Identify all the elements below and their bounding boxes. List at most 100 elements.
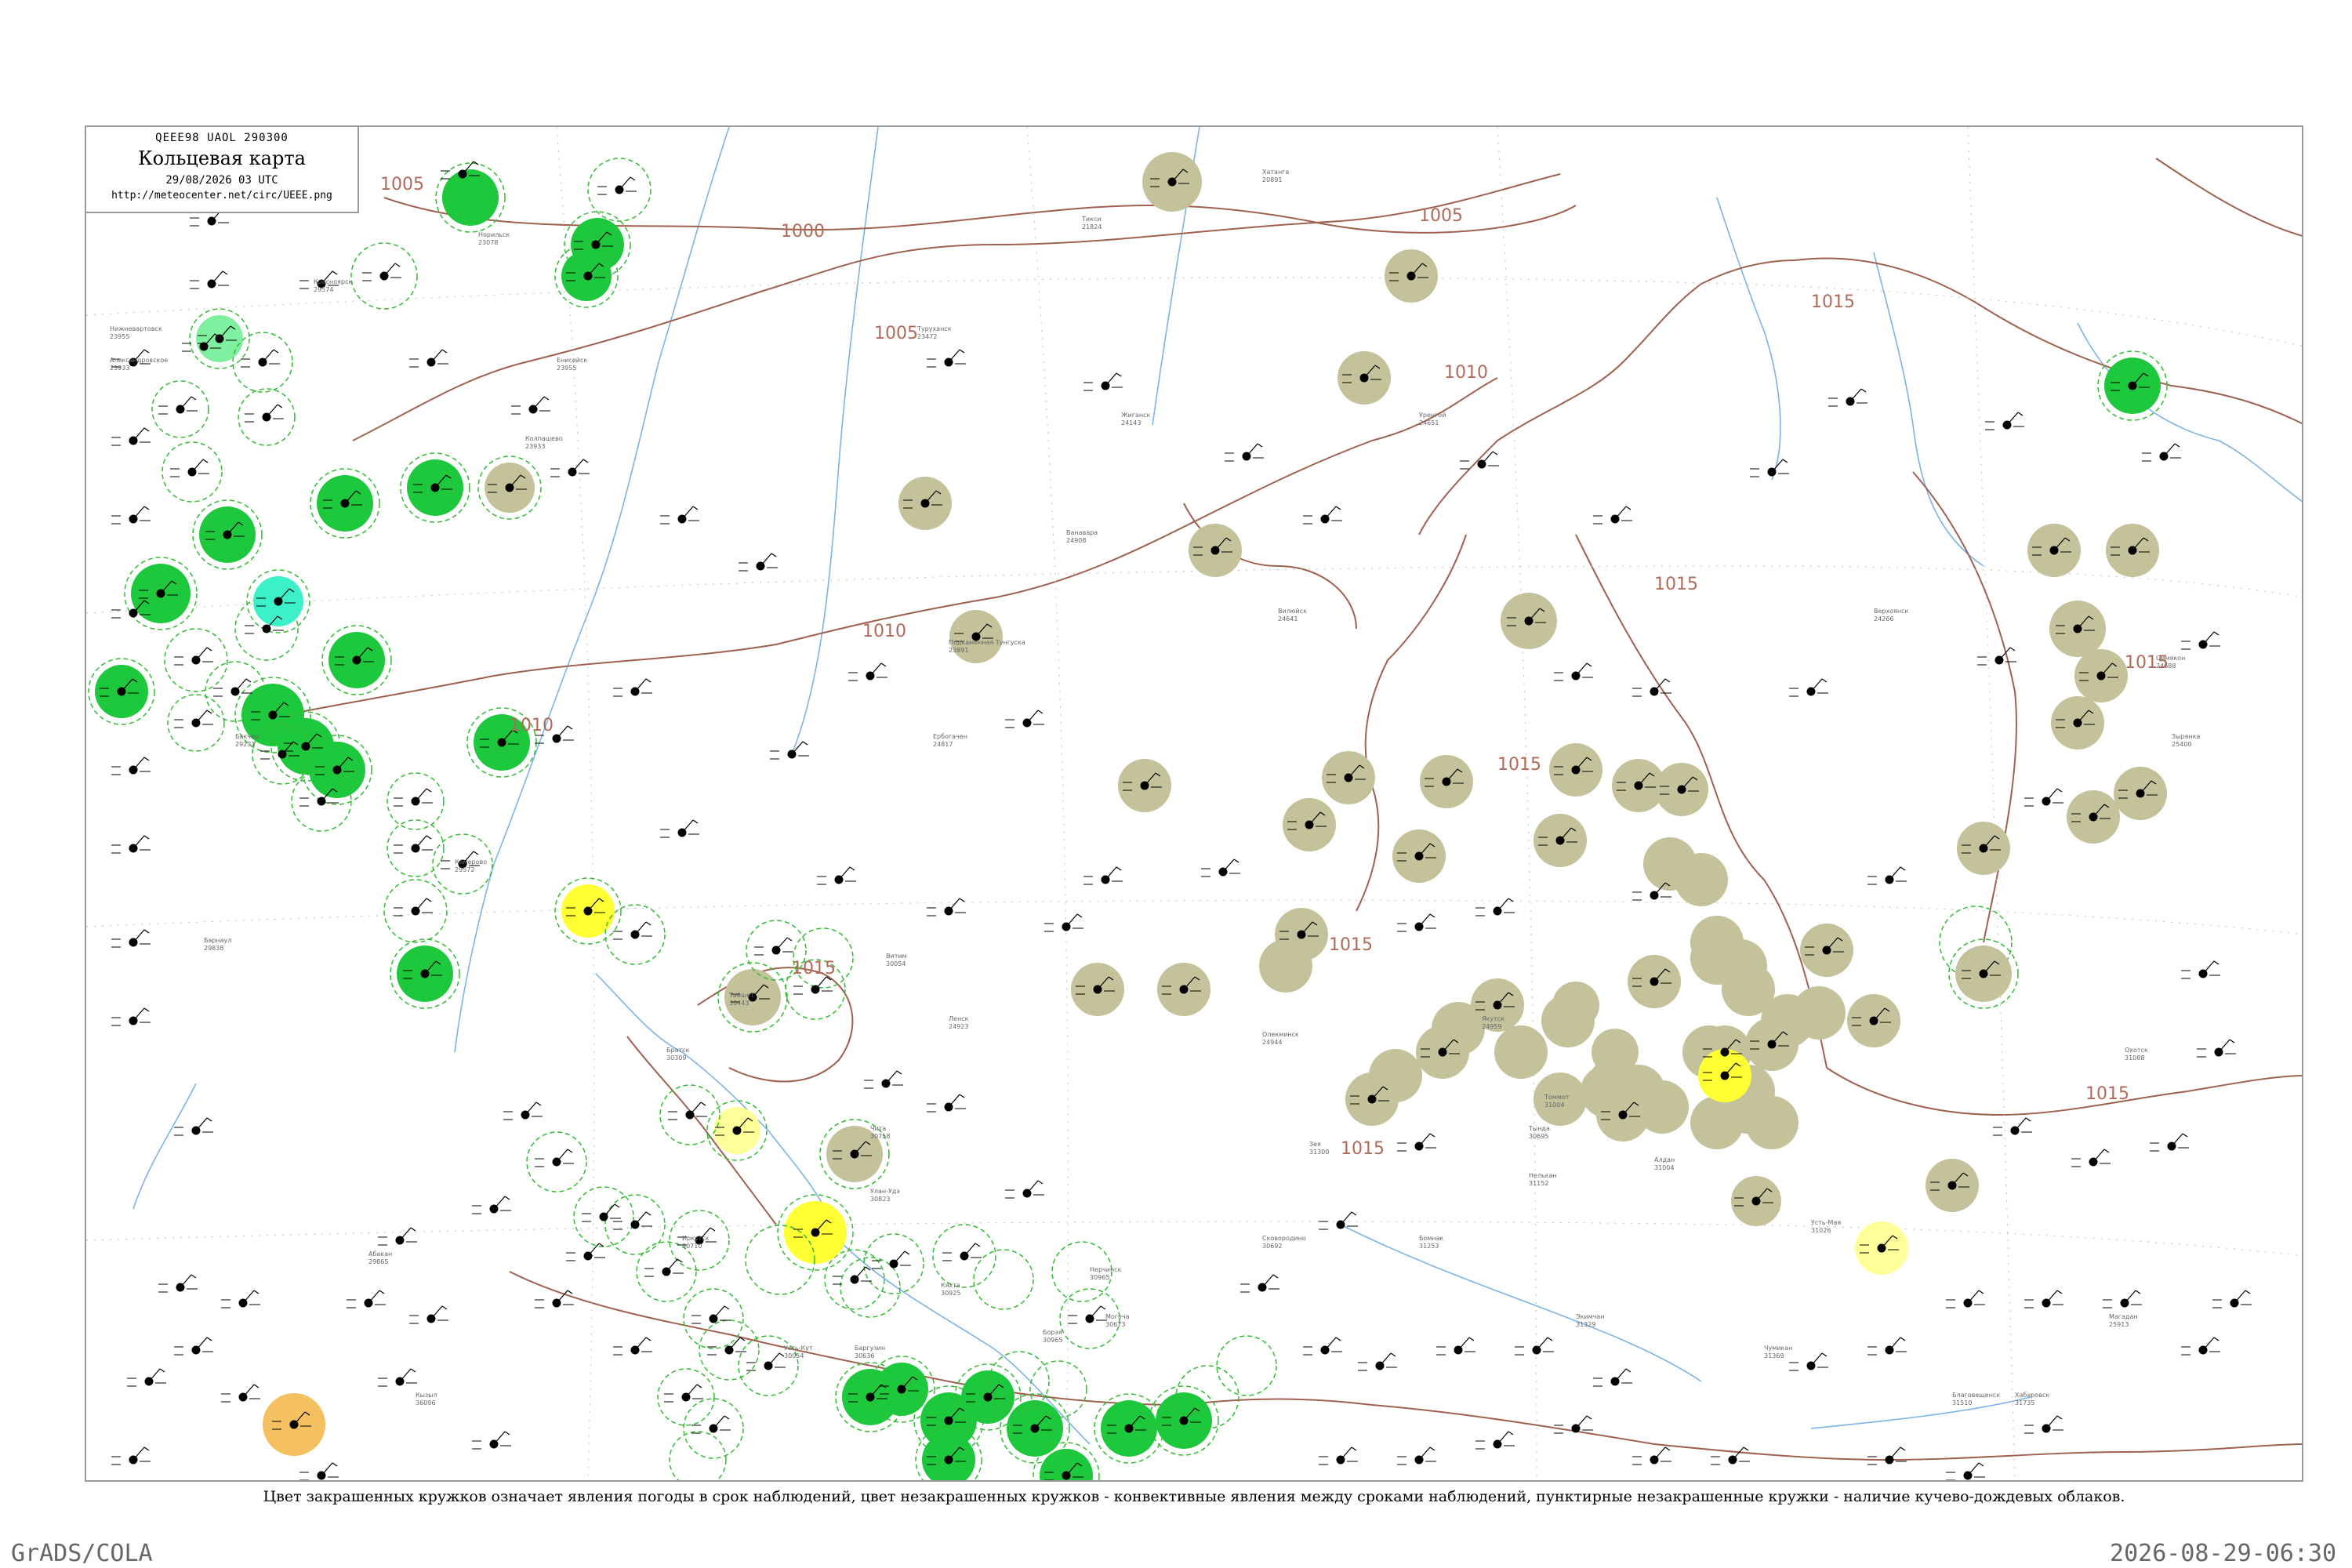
wind-barb-flag [771, 553, 777, 557]
wind-barb [430, 1305, 443, 1319]
wind-barb-flag [504, 1431, 510, 1436]
station-model [1632, 1446, 1671, 1465]
station-name-label: Чумикан [1764, 1345, 1792, 1352]
wind-barb [2163, 443, 2176, 457]
station-model [394, 835, 433, 854]
wind-barb-flag [2056, 788, 2063, 793]
station-model [1993, 1117, 2032, 1136]
station-name-label: Вилюйск [1278, 608, 1307, 615]
wind-barb-flag [1900, 866, 1906, 871]
wind-barb-flag [567, 725, 573, 730]
station-index-label: 23955 [110, 333, 129, 340]
wind-barb-flag [567, 1290, 573, 1294]
wind-barb [713, 1415, 725, 1429]
wind-barb [195, 1117, 208, 1131]
wind-barb [689, 1102, 702, 1116]
station-model [221, 1384, 260, 1403]
wind-barb [1261, 1274, 1274, 1288]
wind-barb-flag [959, 898, 965, 902]
station-model [245, 404, 284, 423]
station-model [409, 349, 448, 368]
station-index-label: 30823 [870, 1196, 890, 1203]
wind-barb-flag [253, 1384, 260, 1388]
station-model [2103, 1290, 2142, 1308]
wind-barb [572, 459, 584, 473]
wind-barb-flag [245, 678, 252, 683]
station-model [668, 1102, 707, 1120]
graticule-line [1026, 127, 1069, 1480]
station-model [550, 459, 590, 477]
wind-barb [556, 725, 568, 739]
wind-barb [948, 349, 960, 363]
wind-barb-flag [1586, 1415, 1592, 1420]
graticule-line [1967, 127, 2016, 1480]
isobar-value-label: 1015 [2085, 1084, 2129, 1104]
station-model [613, 678, 652, 697]
wind-barb [603, 1203, 615, 1218]
wind-barb [180, 1274, 192, 1288]
wind-barb [399, 1227, 412, 1241]
wind-barb-flag [692, 506, 699, 510]
wind-barb [2045, 1290, 2058, 1304]
wind-barb [1732, 1446, 1744, 1461]
wind-barb [1324, 1337, 1337, 1351]
wind-barb-flag [1390, 1352, 1396, 1357]
isobar-line [1912, 471, 2017, 943]
wind-barb [634, 1211, 647, 1225]
wind-barb [2234, 1290, 2246, 1304]
wind-barb-flag [1116, 372, 1122, 377]
station-index-label: 29231 [235, 741, 255, 748]
wind-barb-flag [1076, 913, 1083, 918]
station-name-label: Барнаул [204, 937, 231, 944]
station-name-label: Усть-Кут [784, 1345, 813, 1352]
wind-barb-flag [426, 788, 432, 793]
wind-barb-flag [1900, 1446, 1906, 1451]
wind-barb-flag [504, 1196, 510, 1200]
station-model [170, 459, 209, 477]
isobar-value-label: 1000 [781, 222, 825, 241]
wind-barb [885, 1070, 898, 1084]
station-model [1977, 647, 2016, 666]
station-name-label: Уренгой [1419, 412, 1446, 419]
station-model [927, 898, 966, 916]
station-model [644, 1258, 684, 1277]
graticule-layer [86, 127, 2302, 1480]
station-name-label: Благовещенск [1952, 1392, 2000, 1399]
wind-barb-flag [1625, 1368, 1632, 1373]
station-index-label: 31004 [1654, 1164, 1674, 1171]
wind-barb-flag [2056, 1290, 2063, 1294]
wind-barb-flag [1508, 898, 1514, 902]
wind-barb [775, 937, 788, 951]
station-model [511, 396, 550, 415]
station-model [111, 427, 151, 446]
wind-barb-flag [543, 396, 550, 401]
station-model [347, 1290, 386, 1308]
wind-barb [1089, 1305, 1102, 1319]
station-name-label: Тикси [1081, 216, 1102, 223]
wind-barb [368, 1290, 380, 1304]
wind-barb [893, 1250, 906, 1265]
wind-barb-flag [206, 710, 212, 714]
wind-barb-flag [1116, 866, 1122, 871]
station-name-label: Норильск [478, 231, 510, 238]
wind-barb-flag [583, 459, 589, 463]
station-index-label: 24944 [1262, 1039, 1282, 1046]
weather-circle [1675, 853, 1728, 906]
weather-circle [1792, 986, 1846, 1040]
river-line [2077, 322, 2302, 503]
weather-circles-layer [88, 152, 2168, 1480]
wind-barb [148, 1368, 161, 1382]
isobar-value-label: 1015 [1497, 755, 1541, 775]
station-model [1005, 710, 1044, 728]
wind-barb-flag [222, 270, 228, 275]
wind-barb [728, 1337, 741, 1351]
station-model [2212, 1290, 2252, 1308]
wind-barb [964, 1243, 976, 1257]
river-line [595, 973, 840, 1241]
station-model [613, 1337, 652, 1356]
station-model [1554, 1415, 1593, 1434]
station-index-label: 30054 [784, 1352, 804, 1359]
isobar-line [1418, 260, 1796, 535]
station-index-label: 30054 [886, 960, 906, 967]
wind-barb [195, 1337, 208, 1351]
